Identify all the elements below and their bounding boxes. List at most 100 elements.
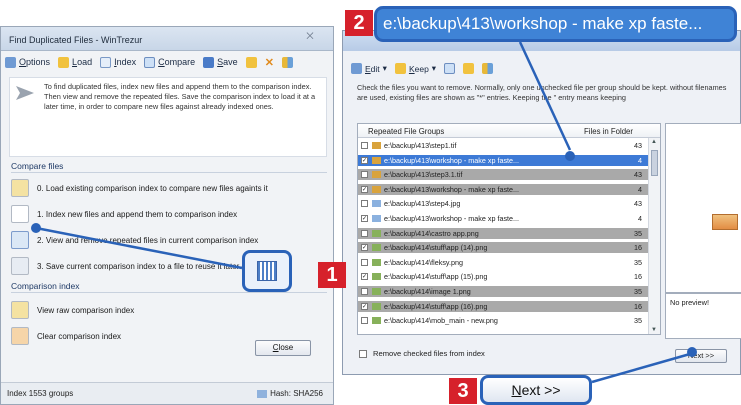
- png-file-icon: [372, 244, 381, 252]
- file-path: e:\backup\414\image 1.png: [384, 287, 471, 296]
- info-arrow-icon: [16, 86, 34, 100]
- view-remove-zoom-icon[interactable]: [242, 250, 292, 292]
- row-checkbox[interactable]: ✓: [361, 273, 368, 281]
- scroll-thumb[interactable]: [651, 150, 658, 176]
- intro-text: To find duplicated files, index new file…: [44, 82, 316, 111]
- file-path: e:\backup\413\step3.1.tif: [384, 170, 463, 180]
- row-checkbox[interactable]: [361, 200, 368, 208]
- list-scrollbar[interactable]: ▲ ▼: [648, 138, 660, 334]
- list-item[interactable]: e:\backup\414\mob_main - new.png 35: [358, 315, 648, 326]
- files-in-folder-count: 35: [634, 228, 642, 238]
- chart-icon[interactable]: [482, 63, 494, 74]
- scroll-up-icon[interactable]: ▲: [651, 139, 657, 145]
- row-checkbox[interactable]: [361, 258, 368, 266]
- intro-panel: To find duplicated files, index new file…: [9, 77, 327, 157]
- view-icon[interactable]: [444, 63, 456, 74]
- repeated-file-groups-list[interactable]: Repeated File Groups Files in Folder e:\…: [357, 123, 661, 335]
- close-button[interactable]: Close: [255, 340, 311, 356]
- row-checkbox[interactable]: [361, 288, 368, 295]
- close-icon[interactable]: ⨉: [297, 31, 323, 45]
- compare-files-label: Compare files: [11, 161, 64, 171]
- next-button-callout[interactable]: Next >>: [480, 375, 592, 405]
- divider: [11, 292, 327, 293]
- save-icon: [203, 56, 215, 68]
- list-item[interactable]: ✓ e:\backup\413\workshop - make xp faste.…: [358, 213, 648, 224]
- list-item[interactable]: ✓ e:\backup\413\workshop - make xp faste.…: [358, 183, 648, 195]
- list-header: Repeated File Groups Files in Folder: [358, 124, 660, 138]
- options-menu[interactable]: Options: [5, 56, 50, 68]
- list-item[interactable]: e:\backup\413\step1.tif 43: [358, 140, 648, 151]
- clear-index-row[interactable]: Clear comparison index: [11, 325, 231, 347]
- row-checkbox[interactable]: ✓: [361, 215, 368, 222]
- png-file-icon: [372, 317, 381, 325]
- file-path: e:\backup\413\workshop - make xp faste..…: [384, 155, 520, 165]
- list-item[interactable]: ✓ e:\backup\414\stuff\app (14).png 16: [358, 242, 648, 254]
- view-remove-row[interactable]: 2. View and remove repeated files in cur…: [11, 229, 327, 251]
- load-index-row[interactable]: 0. Load existing comparison index to com…: [11, 177, 327, 199]
- row-checkbox[interactable]: ✓: [361, 244, 368, 252]
- list-item[interactable]: e:\backup\414\castro app.png 35: [358, 227, 648, 239]
- index-icon: [100, 56, 112, 68]
- row-checkbox[interactable]: ✓: [361, 185, 368, 193]
- files-in-folder-count: 16: [634, 243, 642, 253]
- row-checkbox[interactable]: ✓: [361, 302, 368, 310]
- row-checkbox[interactable]: [361, 142, 368, 149]
- list-item[interactable]: e:\backup\413\step3.1.tif 43: [358, 169, 648, 181]
- list-item[interactable]: e:\backup\414\fleksy.png 35: [358, 257, 648, 268]
- callout-badge-3: 3: [449, 378, 477, 404]
- image-file-icon: [372, 185, 381, 193]
- compare-button[interactable]: Compare: [144, 56, 195, 68]
- keep-menu[interactable]: Keep ▾: [394, 63, 436, 74]
- files-in-folder-count: 43: [634, 199, 642, 209]
- list-item[interactable]: e:\backup\413\step4.jpg 43: [358, 198, 648, 209]
- index-new-files-row[interactable]: 1. Index new files and append them to co…: [11, 203, 327, 225]
- folder-small-icon[interactable]: [245, 56, 257, 68]
- right-toolbar: Edit ▾ Keep ▾: [351, 63, 494, 74]
- preview-thumbnail: [712, 214, 738, 230]
- image-file-icon: [372, 171, 381, 179]
- status-bar: Index 1553 groups Hash: SHA256: [1, 382, 333, 404]
- list-item[interactable]: ✓ e:\backup\414\stuff\app (16).png 16: [358, 300, 648, 312]
- scroll-down-icon[interactable]: ▼: [651, 327, 657, 333]
- file-path: e:\backup\414\fleksy.png: [384, 257, 463, 267]
- instructions-text: Check the files you want to remove. Norm…: [357, 83, 727, 102]
- folder-small-icon[interactable]: [463, 63, 475, 74]
- index-button[interactable]: Index: [100, 56, 136, 68]
- index-files-icon: [11, 205, 29, 223]
- delete-x-icon[interactable]: ✕: [265, 56, 274, 69]
- file-path: e:\backup\414\stuff\app (14).png: [384, 243, 488, 253]
- row-checkbox[interactable]: [361, 171, 368, 179]
- folder-icon: [58, 56, 70, 68]
- files-in-folder-count: 4: [638, 184, 642, 194]
- file-path: e:\backup\414\castro app.png: [384, 228, 479, 238]
- checkbox[interactable]: [359, 349, 367, 358]
- row-checkbox[interactable]: [361, 317, 368, 325]
- files-in-folder-count: 4: [638, 155, 642, 165]
- chart-icon[interactable]: [281, 56, 293, 68]
- next-button[interactable]: Next >>: [675, 349, 727, 363]
- col-header-groups[interactable]: Repeated File Groups: [368, 127, 444, 136]
- remove-from-index-checkbox[interactable]: Remove checked files from index: [359, 349, 485, 358]
- files-in-folder-count: 16: [634, 272, 642, 282]
- grid-icon: [257, 261, 277, 281]
- divider: [11, 172, 327, 173]
- save-button[interactable]: Save: [203, 56, 238, 68]
- callout-badge-2: 2: [345, 10, 373, 36]
- view-raw-index-row[interactable]: View raw comparison index: [11, 299, 231, 321]
- edit-menu[interactable]: Edit ▾: [351, 63, 387, 74]
- no-preview-text: No preview!: [670, 298, 710, 307]
- comparison-index-label: Comparison index: [11, 281, 80, 291]
- clear-index-icon: [11, 327, 29, 345]
- list-item[interactable]: e:\backup\414\image 1.png 35: [358, 286, 648, 297]
- list-item[interactable]: ✓ e:\backup\413\workshop - make xp faste.…: [358, 154, 648, 166]
- edit-icon: [351, 63, 362, 74]
- keep-icon: [394, 63, 406, 74]
- png-file-icon: [372, 302, 381, 310]
- row-checkbox[interactable]: [361, 229, 368, 237]
- chevron-down-icon: ▾: [382, 63, 387, 73]
- list-item[interactable]: ✓ e:\backup\414\stuff\app (15).png 16: [358, 271, 648, 282]
- row-checkbox[interactable]: ✓: [361, 156, 368, 164]
- load-button[interactable]: Load: [58, 56, 92, 68]
- file-path: e:\backup\413\workshop - make xp faste..…: [384, 184, 520, 194]
- col-header-files[interactable]: Files in Folder: [584, 127, 633, 136]
